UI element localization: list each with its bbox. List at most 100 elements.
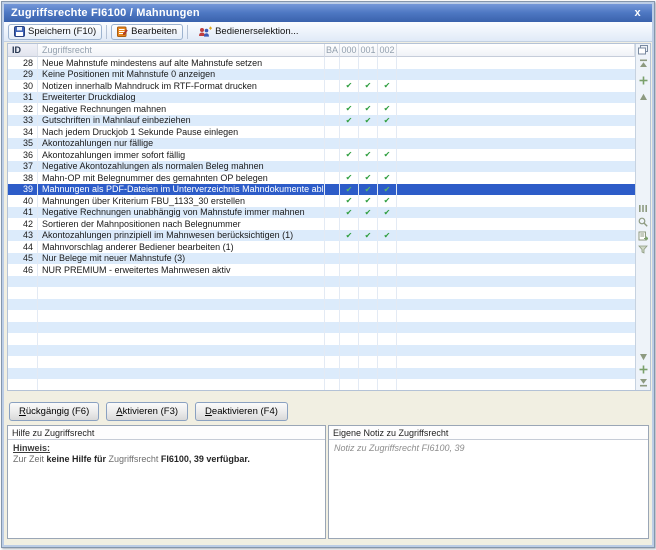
cell-ba bbox=[325, 161, 340, 173]
insert-row-down-icon[interactable] bbox=[639, 365, 648, 374]
cell-000 bbox=[340, 299, 359, 311]
cell-zugriffsrecht bbox=[38, 356, 325, 368]
cell-000 bbox=[340, 333, 359, 345]
column-header-zugriffsrecht[interactable]: Zugriffsrecht bbox=[38, 44, 325, 57]
activate-button[interactable]: Aktivieren (F3) bbox=[106, 402, 188, 421]
column-header-000[interactable]: 000 bbox=[340, 44, 359, 57]
cell-001 bbox=[359, 69, 378, 81]
table-row-empty[interactable] bbox=[8, 276, 635, 288]
table-row[interactable]: 41Negative Rechnungen unabhängig von Mah… bbox=[8, 207, 635, 219]
cell-filler bbox=[397, 80, 635, 92]
filter-icon[interactable] bbox=[638, 245, 648, 254]
search-icon[interactable] bbox=[638, 217, 648, 227]
table-row-empty[interactable] bbox=[8, 287, 635, 299]
table-row[interactable]: 46NUR PREMIUM - erweitertes Mahnwesen ak… bbox=[8, 264, 635, 276]
cell-filler bbox=[397, 310, 635, 322]
cell-002 bbox=[378, 276, 397, 288]
column-header-id[interactable]: ID bbox=[8, 44, 38, 57]
cell-id bbox=[8, 322, 38, 334]
cell-ba bbox=[325, 207, 340, 219]
cell-filler bbox=[397, 241, 635, 253]
grid-header: ID Zugriffsrecht BA 000 001 002 bbox=[8, 44, 635, 57]
cell-filler bbox=[397, 218, 635, 230]
cell-002 bbox=[378, 287, 397, 299]
scroll-last-icon[interactable] bbox=[639, 378, 648, 387]
cell-002 bbox=[378, 218, 397, 230]
cell-filler bbox=[397, 264, 635, 276]
note-panel: Eigene Notiz zu Zugriffsrecht Notiz zu Z… bbox=[328, 425, 649, 539]
export-icon[interactable] bbox=[638, 231, 648, 241]
cell-002-check-icon: ✔ bbox=[378, 230, 397, 242]
toolbar-separator bbox=[106, 25, 107, 39]
scroll-down-icon[interactable] bbox=[639, 353, 648, 361]
column-header-ba[interactable]: BA bbox=[325, 44, 340, 57]
columns-icon[interactable] bbox=[638, 204, 648, 213]
cell-filler bbox=[397, 230, 635, 242]
scroll-up-icon[interactable] bbox=[639, 93, 648, 101]
cell-001 bbox=[359, 161, 378, 173]
bottom-panels: Hilfe zu Zugriffsrecht Hinweis: Zur Zeit… bbox=[7, 425, 649, 539]
table-row-empty[interactable] bbox=[8, 356, 635, 368]
cell-001 bbox=[359, 57, 378, 69]
cell-ba bbox=[325, 115, 340, 127]
insert-row-up-icon[interactable] bbox=[639, 76, 648, 85]
cell-zugriffsrecht bbox=[38, 379, 325, 390]
table-row[interactable]: 32Negative Rechnungen mahnen✔✔✔ bbox=[8, 103, 635, 115]
table-row-empty[interactable] bbox=[8, 310, 635, 322]
table-row[interactable]: 44Mahnvorschlag anderer Bediener bearbei… bbox=[8, 241, 635, 253]
cell-zugriffsrecht bbox=[38, 299, 325, 311]
cell-id: 44 bbox=[8, 241, 38, 253]
table-row-empty[interactable] bbox=[8, 379, 635, 390]
cell-002-check-icon: ✔ bbox=[378, 80, 397, 92]
cell-ba bbox=[325, 333, 340, 345]
edit-button[interactable]: Bearbeiten bbox=[111, 24, 183, 40]
cell-filler bbox=[397, 161, 635, 173]
table-row[interactable]: 45Nur Belege mit neuer Mahnstufe (3) bbox=[8, 253, 635, 265]
table-row[interactable]: 39Mahnungen als PDF-Dateien im Unterverz… bbox=[8, 184, 635, 196]
table-row-empty[interactable] bbox=[8, 345, 635, 357]
title-bar[interactable]: Zugriffsrechte FI6100 / Mahnungen x bbox=[4, 4, 652, 22]
table-row[interactable]: 43Akontozahlungen prinzipiell im Mahnwes… bbox=[8, 230, 635, 242]
close-button[interactable]: x bbox=[630, 6, 645, 20]
table-row[interactable]: 29Keine Positionen mit Mahnstufe 0 anzei… bbox=[8, 69, 635, 81]
cell-002-check-icon: ✔ bbox=[378, 149, 397, 161]
table-row-empty[interactable] bbox=[8, 368, 635, 380]
table-row[interactable]: 37Negative Akontozahlungen als normalen … bbox=[8, 161, 635, 173]
table-row[interactable]: 36Akontozahlungen immer sofort fällig✔✔✔ bbox=[8, 149, 635, 161]
cell-ba bbox=[325, 287, 340, 299]
deactivate-button[interactable]: Deaktivieren (F4) bbox=[195, 402, 288, 421]
table-row[interactable]: 40Mahnungen über Kriterium FBU_1133_30 e… bbox=[8, 195, 635, 207]
cell-001 bbox=[359, 138, 378, 150]
table-row[interactable]: 33Gutschriften in Mahnlauf einbeziehen✔✔… bbox=[8, 115, 635, 127]
cell-000-check-icon: ✔ bbox=[340, 207, 359, 219]
cell-filler bbox=[397, 368, 635, 380]
help-panel-header: Hilfe zu Zugriffsrecht bbox=[8, 426, 325, 440]
table-row[interactable]: 30Notizen innerhalb Mahndruck im RTF-For… bbox=[8, 80, 635, 92]
cell-zugriffsrecht: Neue Mahnstufe mindestens auf alte Mahns… bbox=[38, 57, 325, 69]
operator-selection-button[interactable]: Bedienerselektion... bbox=[192, 24, 304, 40]
undo-button[interactable]: Rückgängig (F6) bbox=[9, 402, 99, 421]
scroll-first-icon[interactable] bbox=[639, 59, 648, 68]
cell-000 bbox=[340, 287, 359, 299]
cell-ba bbox=[325, 195, 340, 207]
note-panel-body[interactable]: Notiz zu Zugriffsrecht FI6100, 39 bbox=[329, 440, 648, 457]
cell-ba bbox=[325, 310, 340, 322]
table-row[interactable]: 38Mahn-OP mit Belegnummer des gemahnten … bbox=[8, 172, 635, 184]
table-row-empty[interactable] bbox=[8, 322, 635, 334]
cell-ba bbox=[325, 356, 340, 368]
table-row[interactable]: 28Neue Mahnstufe mindestens auf alte Mah… bbox=[8, 57, 635, 69]
table-row[interactable]: 34Nach jedem Druckjob 1 Sekunde Pause ei… bbox=[8, 126, 635, 138]
table-row[interactable]: 35Akontozahlungen nur fällige bbox=[8, 138, 635, 150]
save-button[interactable]: Speichern (F10) bbox=[8, 24, 102, 40]
cell-zugriffsrecht bbox=[38, 276, 325, 288]
table-row[interactable]: 31Erweiterter Druckdialog bbox=[8, 92, 635, 104]
help-text-segment: Zur Zeit bbox=[13, 454, 47, 464]
cell-filler bbox=[397, 172, 635, 184]
table-row[interactable]: 42Sortieren der Mahnpositionen nach Bele… bbox=[8, 218, 635, 230]
column-header-002[interactable]: 002 bbox=[378, 44, 397, 57]
column-header-001[interactable]: 001 bbox=[359, 44, 378, 57]
cell-000 bbox=[340, 253, 359, 265]
table-row-empty[interactable] bbox=[8, 299, 635, 311]
copy-grid-icon[interactable] bbox=[638, 45, 648, 55]
table-row-empty[interactable] bbox=[8, 333, 635, 345]
